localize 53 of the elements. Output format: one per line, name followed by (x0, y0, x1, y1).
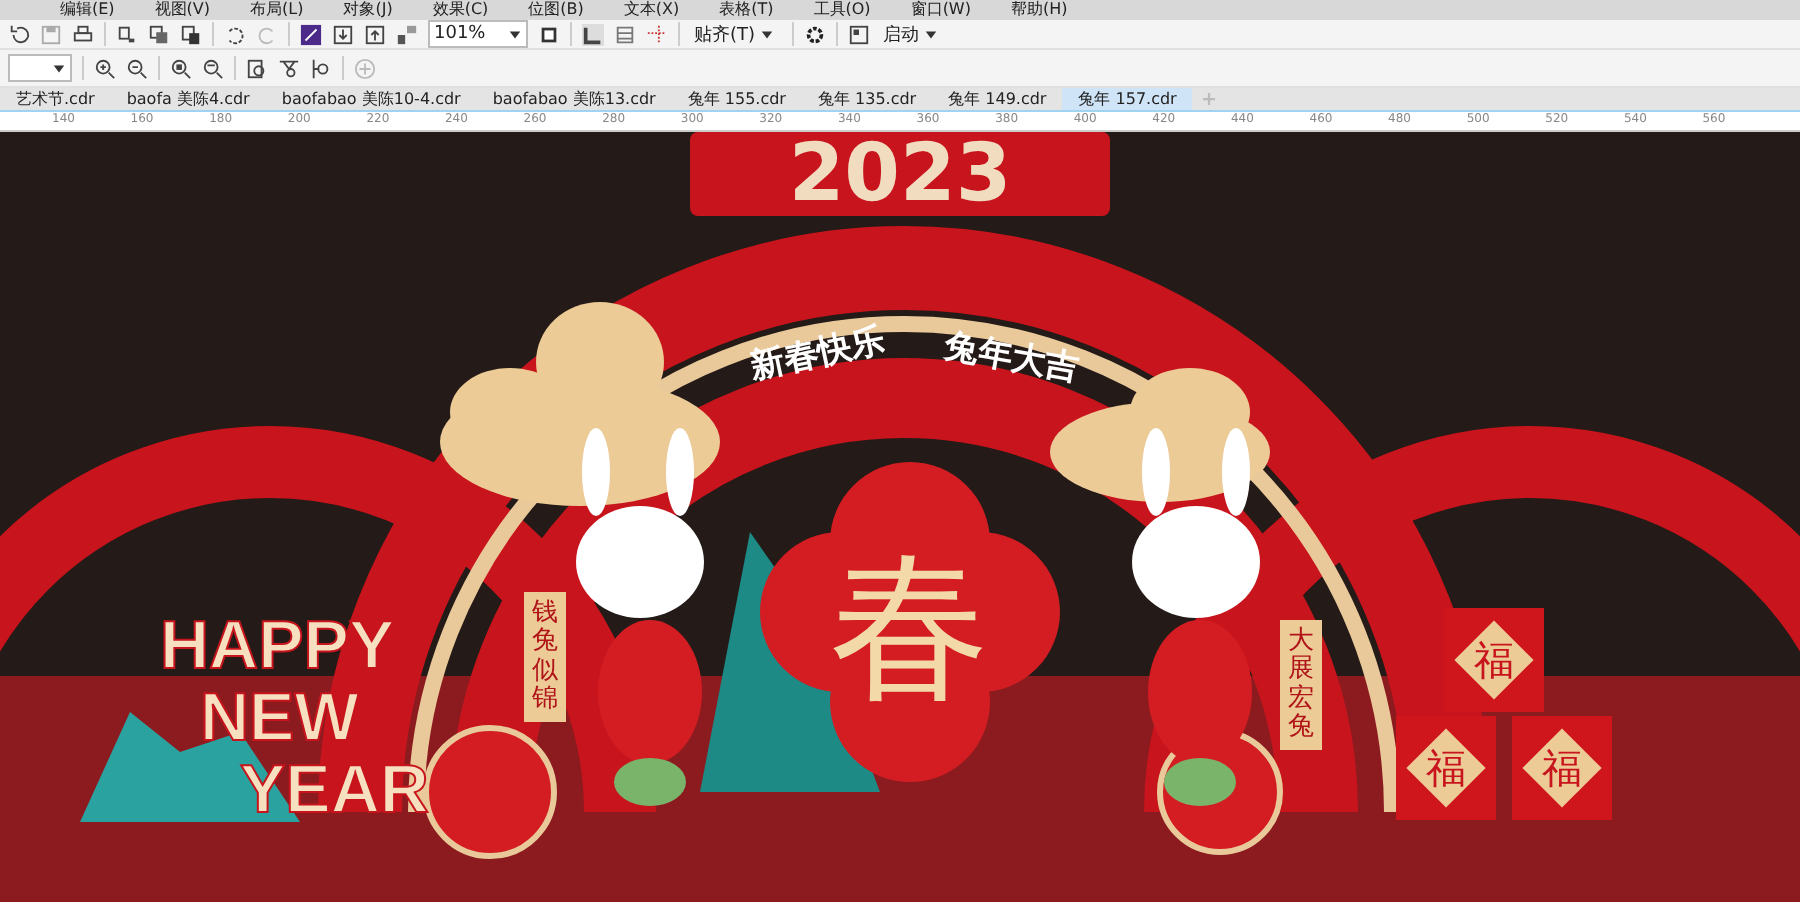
document-tab[interactable]: 兔年 155.cdr (671, 88, 802, 111)
menu-item[interactable]: 文本(X) (623, 0, 680, 20)
spring-character: 春 (830, 534, 990, 720)
menu-item[interactable]: 效果(C) (432, 0, 489, 20)
grid-icon[interactable] (614, 23, 636, 46)
zoom-page-icon[interactable] (246, 57, 268, 80)
caret-icon (923, 27, 938, 42)
zoom-level-dropdown[interactable]: 101% (428, 20, 528, 49)
settings-icon[interactable] (803, 23, 826, 46)
window-icon[interactable] (847, 23, 870, 46)
menu-item[interactable]: 编辑(E) (60, 0, 115, 20)
fortune-character: 福 (1426, 744, 1466, 792)
document-tab[interactable]: 兔年 135.cdr (801, 88, 933, 111)
document-tab[interactable]: 艺术节.cdr (0, 88, 111, 111)
import-icon[interactable] (332, 23, 354, 46)
menu-item[interactable]: 帮助(H) (1010, 0, 1068, 20)
rulers-icon[interactable] (582, 23, 604, 46)
launch-dropdown[interactable]: 启动 (879, 21, 946, 48)
document-tab[interactable]: 兔年 149.cdr (932, 88, 1063, 111)
export-icon[interactable] (364, 23, 386, 46)
print-icon[interactable] (72, 23, 94, 46)
fortune-character: 福 (1474, 636, 1514, 684)
zoom-all-icon[interactable] (202, 57, 224, 80)
document-tab[interactable]: baofabao 美陈13.cdr (476, 88, 672, 111)
caret-icon (52, 61, 66, 76)
fortune-character: 福 (1542, 744, 1582, 792)
zoom-in-icon[interactable] (94, 57, 116, 80)
snap-to-dropdown[interactable]: 贴齐(T) (690, 21, 782, 48)
menu-item[interactable]: 表格(T) (719, 0, 774, 20)
caret-icon (508, 27, 522, 42)
scroll-text: 大展宏兔 (1280, 620, 1322, 751)
caret-icon (759, 27, 774, 42)
document-tab[interactable]: baofa 美陈4.cdr (110, 88, 266, 111)
copy-icon[interactable] (148, 23, 170, 46)
document-tab[interactable]: baofabao 美陈10-4.cdr (265, 88, 477, 111)
banner-text: 新春快乐 (747, 320, 889, 388)
wave-disc (423, 725, 557, 859)
menu-item[interactable]: 视图(V) (154, 0, 211, 20)
menu-item[interactable]: 位图(B) (528, 0, 584, 20)
zoom-selected-icon[interactable] (170, 57, 192, 80)
scroll-text: 钱兔似锦 (524, 592, 566, 723)
zoom-out-icon[interactable] (126, 57, 148, 80)
greeting-text: NEW (200, 680, 359, 756)
paste-icon[interactable] (180, 23, 202, 46)
menu-item[interactable]: 窗口(W) (910, 0, 971, 20)
year-title: 2023 (690, 132, 1110, 216)
document-tab[interactable]: 兔年 157.cdr (1062, 88, 1193, 111)
full-screen-icon[interactable] (538, 23, 560, 46)
menu-item[interactable]: 对象(J) (343, 0, 393, 20)
banner-text: 兔年大吉 (941, 326, 1083, 390)
guidelines-icon[interactable] (646, 23, 668, 46)
menu-item[interactable]: 布局(L) (250, 0, 304, 20)
menu-item[interactable]: 工具(O) (813, 0, 871, 20)
